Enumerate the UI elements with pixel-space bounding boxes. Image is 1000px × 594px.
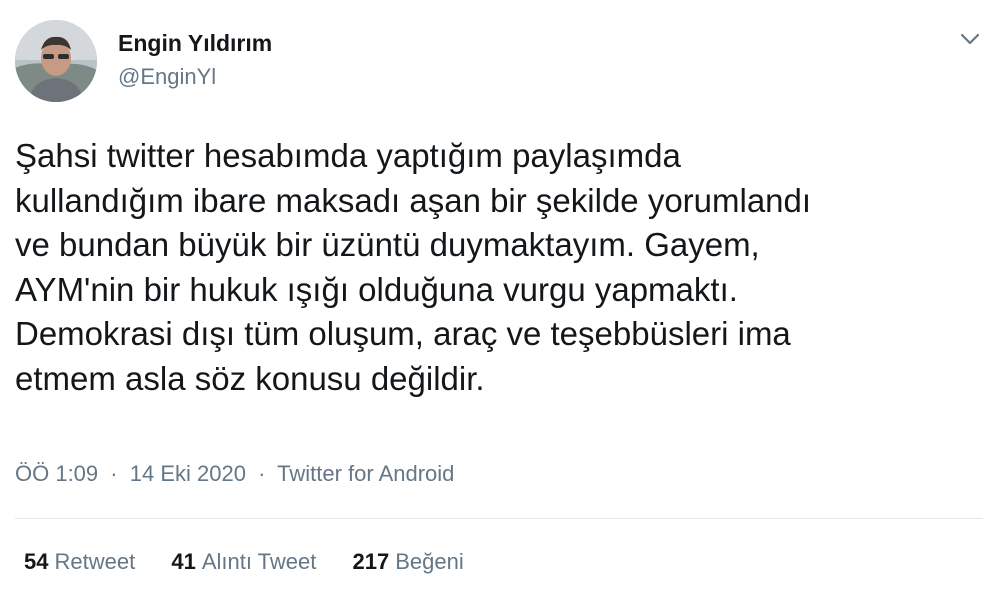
quote-tweets-count: 41 (171, 549, 196, 574)
likes-stat[interactable]: 217 Beğeni (352, 549, 463, 575)
retweets-label: Retweet (54, 549, 136, 574)
likes-label: Beğeni (395, 549, 464, 574)
author-handle[interactable]: @EnginYl (118, 64, 216, 90)
meta-separator: · (110, 461, 118, 486)
meta-separator: · (258, 461, 266, 486)
tweet-date[interactable]: 14 Eki 2020 (130, 461, 246, 486)
tweet-text: Şahsi twitter hesabımda yaptığım paylaşı… (15, 134, 990, 401)
tweet-text-line: Demokrasi dışı tüm oluşum, araç ve teşeb… (15, 315, 791, 352)
tweet-text-line: ve bundan büyük bir üzüntü duymaktayım. … (15, 226, 760, 263)
tweet-text-line: Şahsi twitter hesabımda yaptığım paylaşı… (15, 137, 681, 174)
chevron-down-icon[interactable] (955, 28, 985, 50)
avatar[interactable] (15, 20, 97, 102)
author-display-name[interactable]: Engin Yıldırım (118, 30, 272, 57)
tweet-text-line: kullandığım ibare maksadı aşan bir şekil… (15, 181, 812, 219)
tweet-stats: 54 Retweet 41 Alıntı Tweet 217 Beğeni (24, 549, 494, 575)
likes-count: 217 (352, 549, 390, 574)
avatar-photo (15, 20, 97, 102)
tweet-text-line: AYM'nin bir hukuk ışığı olduğuna vurgu y… (15, 270, 738, 308)
tweet-time[interactable]: ÖÖ 1:09 (15, 461, 98, 486)
retweets-count: 54 (24, 549, 49, 574)
tweet-source[interactable]: Twitter for Android (277, 461, 454, 486)
retweets-stat[interactable]: 54 Retweet (24, 549, 135, 575)
divider (15, 518, 983, 519)
quote-tweets-label: Alıntı Tweet (201, 549, 317, 574)
quote-tweets-stat[interactable]: 41 Alıntı Tweet (171, 549, 316, 575)
tweet-text-line: etmem asla söz konusu değildir. (15, 359, 485, 397)
tweet-meta: ÖÖ 1:09 · 14 Eki 2020 · Twitter for Andr… (15, 461, 454, 487)
tweet-card: Engin Yıldırım @EnginYl Şahsi twitter he… (0, 0, 1000, 594)
